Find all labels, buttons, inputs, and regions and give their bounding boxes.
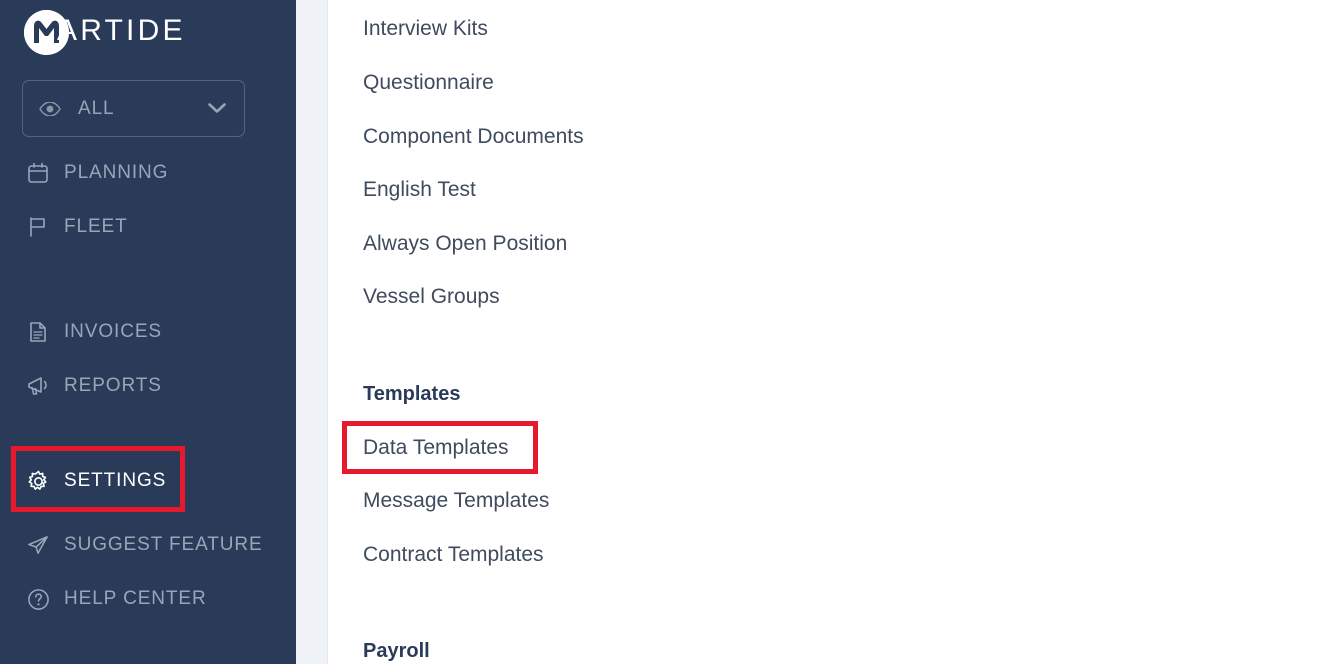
gear-icon	[27, 470, 53, 493]
menu-item-message-templates[interactable]: Message Templates	[363, 490, 549, 511]
sidebar-item-invoices[interactable]: INVOICES	[0, 305, 296, 359]
sidebar-item-label: FLEET	[64, 216, 128, 237]
sidebar-item-label: PLANNING	[64, 162, 169, 183]
brand-logo[interactable]: ARTIDE	[24, 9, 186, 55]
sidebar-item-help-center[interactable]: HELP CENTER	[0, 572, 296, 626]
nav-group-secondary: INVOICES REPORTS	[0, 305, 296, 413]
calendar-icon	[27, 162, 53, 184]
question-circle-icon	[27, 588, 53, 611]
menu-item-contract-templates[interactable]: Contract Templates	[363, 544, 544, 565]
eye-icon	[39, 101, 61, 116]
sidebar-item-label: SETTINGS	[64, 470, 167, 491]
sidebar: ARTIDE ALL PLANNING FLEET INVOICES REPOR…	[0, 0, 296, 664]
chevron-down-icon	[208, 103, 226, 114]
sidebar-item-label: REPORTS	[64, 375, 162, 396]
section-heading-payroll: Payroll	[363, 640, 430, 662]
brand-name: ARTIDE	[57, 14, 186, 47]
document-icon	[27, 321, 53, 343]
menu-item-english-test[interactable]: English Test	[363, 179, 476, 200]
nav-group-primary: PLANNING FLEET	[0, 146, 296, 254]
flag-icon	[27, 216, 53, 238]
sidebar-gutter	[296, 0, 328, 664]
menu-item-component-documents[interactable]: Component Documents	[363, 126, 584, 147]
settings-menu-panel: Interview Kits Questionnaire Component D…	[329, 0, 1336, 664]
sidebar-item-label: SUGGEST FEATURE	[64, 534, 263, 555]
scope-select-value: ALL	[78, 97, 115, 119]
sidebar-item-planning[interactable]: PLANNING	[0, 146, 296, 200]
megaphone-icon	[27, 375, 53, 397]
sidebar-item-reports[interactable]: REPORTS	[0, 359, 296, 413]
menu-item-data-templates[interactable]: Data Templates	[363, 437, 509, 458]
paper-plane-icon	[27, 534, 53, 557]
sidebar-item-suggest-feature[interactable]: SUGGEST FEATURE	[0, 518, 296, 572]
section-heading-templates: Templates	[363, 383, 461, 405]
scope-select[interactable]: ALL	[22, 80, 245, 137]
menu-item-always-open-position[interactable]: Always Open Position	[363, 233, 567, 254]
menu-item-questionnaire[interactable]: Questionnaire	[363, 72, 494, 93]
nav-group-support: SUGGEST FEATURE HELP CENTER	[0, 518, 296, 626]
menu-item-interview-kits[interactable]: Interview Kits	[363, 18, 488, 39]
sidebar-item-settings[interactable]: SETTINGS	[0, 454, 296, 508]
sidebar-item-fleet[interactable]: FLEET	[0, 200, 296, 254]
menu-item-vessel-groups[interactable]: Vessel Groups	[363, 286, 500, 307]
sidebar-item-label: INVOICES	[64, 321, 162, 342]
sidebar-item-label: HELP CENTER	[64, 588, 207, 609]
app-root: ARTIDE ALL PLANNING FLEET INVOICES REPOR…	[0, 0, 1336, 664]
